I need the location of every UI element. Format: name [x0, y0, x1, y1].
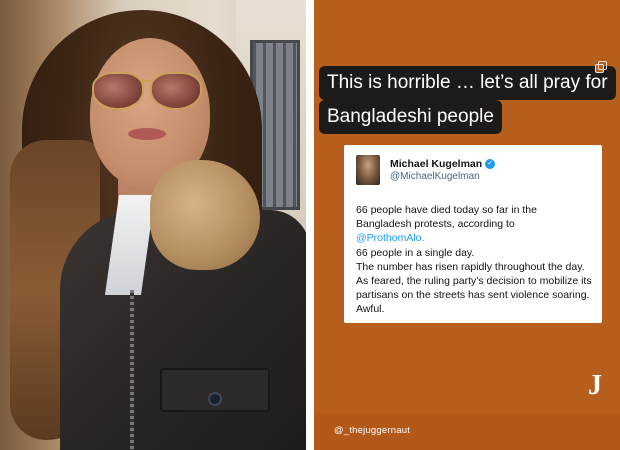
copy-icon[interactable]	[595, 61, 607, 73]
portrait-photo	[0, 0, 306, 450]
sunglasses-lens-right	[150, 72, 202, 110]
sunglasses-bridge	[142, 80, 152, 82]
tweet-text-line-1: 66 people have died today so far in the …	[356, 204, 537, 231]
watermark-bar: @_thejuggernaut	[314, 413, 620, 450]
watermark-handle: @_thejuggernaut	[334, 425, 411, 436]
zipper	[130, 290, 134, 450]
tweet-text-line-2: 66 people in a single day.	[356, 246, 475, 259]
tweet-author-handle[interactable]: @MichaelKugelman	[390, 171, 495, 182]
tweet-mention-link[interactable]: @ProthomAlo.	[356, 232, 424, 244]
tweet-header: Michael Kugelman ✓ @MichaelKugelman	[356, 153, 592, 187]
caption-line-2: Bangladeshi people	[319, 100, 502, 134]
story-caption: This is horrible … let’s all pray for Ba…	[319, 66, 616, 134]
sunglasses-lens-left	[92, 72, 144, 110]
verified-badge-icon: ✓	[485, 159, 496, 169]
lips	[128, 128, 166, 140]
tweet-body: 66 people have died today so far in the …	[356, 203, 592, 317]
tweet-text-line-3: The number has risen rapidly throughout …	[356, 260, 592, 316]
story-panel: This is horrible … let’s all pray for Ba…	[314, 0, 620, 450]
juggernaut-logo: J	[588, 370, 602, 401]
shearling-collar	[150, 160, 260, 270]
panel-divider	[306, 0, 314, 450]
pocket-button	[208, 392, 222, 406]
caption-line-1: This is horrible … let’s all pray for	[319, 66, 616, 100]
tweet-author-name[interactable]: Michael Kugelman	[390, 158, 482, 170]
avatar[interactable]	[356, 155, 380, 185]
embedded-tweet-card[interactable]: Michael Kugelman ✓ @MichaelKugelman 66 p…	[344, 145, 602, 323]
